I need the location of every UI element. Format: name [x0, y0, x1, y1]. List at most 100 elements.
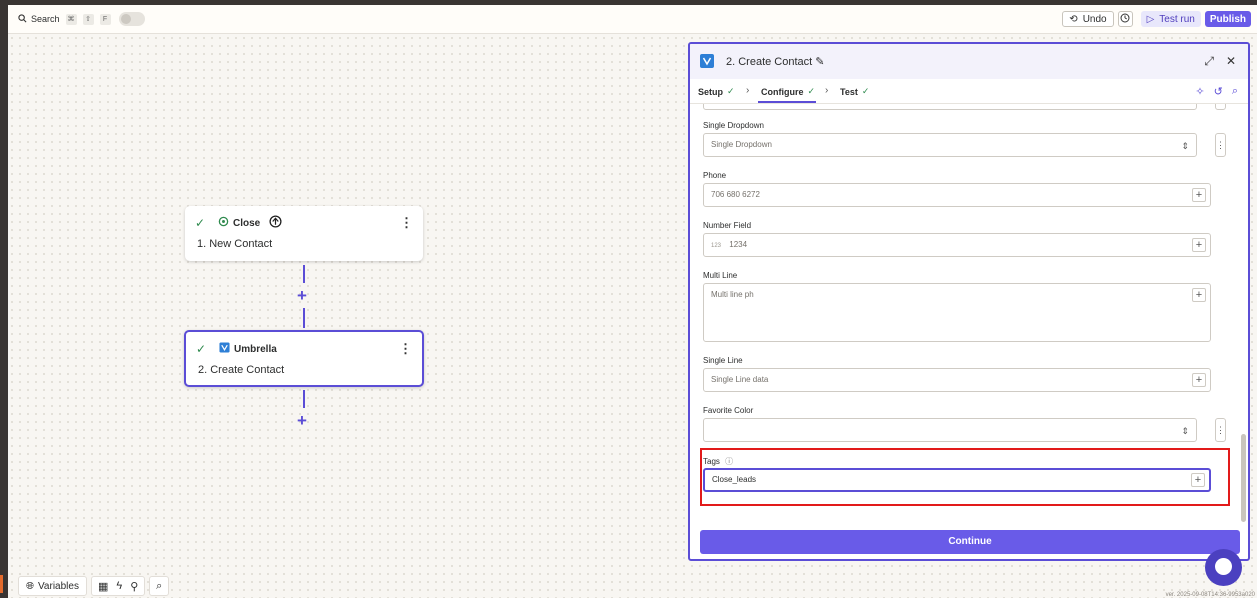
lightning-icon[interactable]: ϟ: [116, 580, 122, 592]
app-name: Umbrella: [234, 343, 277, 355]
app-name: Close: [233, 217, 261, 229]
insert-data-plus-icon[interactable]: +: [1192, 373, 1206, 387]
insert-data-plus-icon[interactable]: +: [1192, 288, 1206, 302]
check-icon: ✓: [196, 342, 207, 356]
expand-icon[interactable]: ⤢: [1204, 54, 1214, 69]
more-options-icon[interactable]: ⋮: [400, 216, 413, 230]
grid-apps-icon[interactable]: ▦: [98, 580, 108, 593]
field-options-icon[interactable]: ⋮: [1215, 133, 1226, 157]
add-step-icon[interactable]: +: [297, 412, 307, 429]
panel-header: 2. Create Contact ✎ ⤢ ✕: [690, 44, 1248, 79]
single-dropdown-label: Single Dropdown: [703, 121, 764, 130]
play-icon: ▷: [1146, 13, 1155, 25]
check-icon: ✓: [861, 86, 870, 96]
connector-line: [303, 265, 305, 283]
panel-scrollbar[interactable]: [1241, 434, 1246, 522]
multi-line-placeholder: Multi line ph: [711, 290, 754, 299]
window-left-edge: [0, 0, 8, 598]
magic-wand-icon[interactable]: ⚲: [130, 580, 138, 593]
undo-button[interactable]: ⟲ Undo: [1062, 11, 1114, 27]
panel-tabs: Setup ✓ › Configure ✓ › Test ✓ ✧ ↺ ⌕: [690, 79, 1248, 104]
canvas-tools-group: ▦ ϟ ⚲: [90, 576, 146, 596]
insert-data-plus-icon[interactable]: +: [1191, 473, 1205, 487]
ai-sparkle-icon[interactable]: ✧: [1195, 85, 1204, 98]
single-dropdown-placeholder: Single Dropdown: [711, 140, 772, 149]
mode-toggle[interactable]: [118, 12, 145, 26]
variables-button[interactable]: 🌐︎ Variables: [18, 576, 87, 596]
panel-title-text: 2. Create Contact: [726, 56, 813, 68]
previous-field-box[interactable]: [703, 104, 1197, 110]
single-line-input[interactable]: Single Line data +: [703, 368, 1211, 392]
history-icon: [1120, 12, 1130, 26]
connector-line: [303, 308, 305, 328]
step-editor-panel: 2. Create Contact ✎ ⤢ ✕ Setup ✓ › Config…: [688, 42, 1250, 561]
search-label: Search: [31, 14, 60, 24]
search-icon[interactable]: ⌕: [149, 576, 170, 596]
search-icon: [18, 13, 27, 25]
version-history-button[interactable]: [1117, 11, 1133, 27]
test-run-button[interactable]: ▷ Test run: [1140, 11, 1201, 27]
tab-label: Test: [840, 86, 858, 97]
shortcut-key-cmd: ⌘: [65, 13, 77, 25]
connector-line: [303, 390, 305, 408]
select-arrows-icon: ⇕: [1181, 426, 1189, 436]
phone-label: Phone: [703, 171, 727, 180]
close-app-icon: [218, 216, 229, 230]
search-control[interactable]: Search ⌘ ⇧ F: [18, 12, 145, 26]
version-label: ver. 2025-09-08T14:36-9953a020: [1165, 592, 1255, 598]
tags-label: Tags ⓘ: [703, 456, 733, 467]
bottom-toolbar: 🌐︎ Variables ▦ ϟ ⚲ ⌕: [18, 575, 170, 597]
chat-support-button[interactable]: [1205, 549, 1242, 586]
test-run-label: Test run: [1159, 13, 1195, 25]
tab-setup[interactable]: Setup ✓: [698, 86, 735, 97]
number-field-placeholder: 1234: [729, 240, 748, 249]
single-dropdown-select[interactable]: Single Dropdown ⇕: [703, 133, 1197, 157]
check-icon: ✓: [807, 86, 816, 96]
tab-configure[interactable]: Configure ✓: [761, 86, 815, 97]
single-line-placeholder: Single Line data: [711, 375, 769, 384]
tab-test[interactable]: Test ✓: [840, 86, 869, 97]
multi-line-textarea[interactable]: Multi line ph +: [703, 283, 1211, 342]
number-field-label: Number Field: [703, 221, 752, 230]
tags-input[interactable]: Close_leads +: [703, 468, 1211, 492]
variables-label: Variables: [38, 580, 79, 592]
insert-data-plus-icon[interactable]: +: [1192, 238, 1206, 252]
panel-title[interactable]: 2. Create Contact ✎: [726, 55, 825, 68]
field-options-icon[interactable]: ⋮: [1215, 418, 1226, 442]
number-field-input[interactable]: 123 1234 +: [703, 233, 1211, 257]
undo-icon: ⟲: [1069, 13, 1078, 25]
shortcut-key-f: F: [99, 13, 111, 25]
undo-label: Undo: [1082, 13, 1107, 25]
select-arrows-icon: ⇕: [1181, 141, 1189, 151]
refresh-icon[interactable]: ↺: [1214, 85, 1223, 98]
phone-input[interactable]: 706 680 6272 +: [703, 183, 1211, 207]
favorite-color-select[interactable]: ⇕: [703, 418, 1197, 442]
add-step-icon[interactable]: +: [297, 287, 307, 304]
insert-data-plus-icon[interactable]: +: [1192, 188, 1206, 202]
check-icon: ✓: [727, 86, 735, 96]
multi-line-label: Multi Line: [703, 271, 738, 280]
globe-icon: 🌐︎: [26, 580, 34, 592]
side-tab-marker[interactable]: [0, 575, 3, 593]
phone-placeholder: 706 680 6272: [711, 190, 760, 199]
tags-value: Close_leads: [712, 475, 757, 484]
continue-button[interactable]: Continue: [700, 530, 1240, 554]
step-title: 1. New Contact: [197, 238, 273, 250]
search-icon[interactable]: ⌕: [1232, 85, 1238, 98]
info-icon[interactable]: ⓘ: [725, 457, 733, 466]
edit-pencil-icon[interactable]: ✎: [815, 56, 824, 68]
panel-body: ⋮ Single Dropdown Single Dropdown ⇕ ⋮ Ph…: [690, 104, 1248, 524]
field-options-icon[interactable]: ⋮: [1215, 104, 1226, 110]
step-title: 2. Create Contact: [198, 364, 285, 376]
step-node-trigger[interactable]: ✓ Close 1. New Contact ⋮: [185, 206, 423, 261]
more-options-icon[interactable]: ⋮: [399, 342, 412, 356]
step-node-action[interactable]: ✓ Umbrella 2. Create Contact ⋮: [184, 330, 424, 387]
top-toolbar: Search ⌘ ⇧ F ⟲ Undo ▷ Test run Publish: [8, 5, 1257, 34]
favorite-color-label: Favorite Color: [703, 406, 754, 415]
check-icon: ✓: [195, 216, 206, 230]
close-icon[interactable]: ✕: [1226, 54, 1236, 69]
publish-button[interactable]: Publish: [1204, 11, 1251, 27]
number-type-icon: 123: [711, 243, 722, 249]
chevron-right-icon: ›: [825, 85, 829, 96]
single-line-label: Single Line: [703, 356, 743, 365]
